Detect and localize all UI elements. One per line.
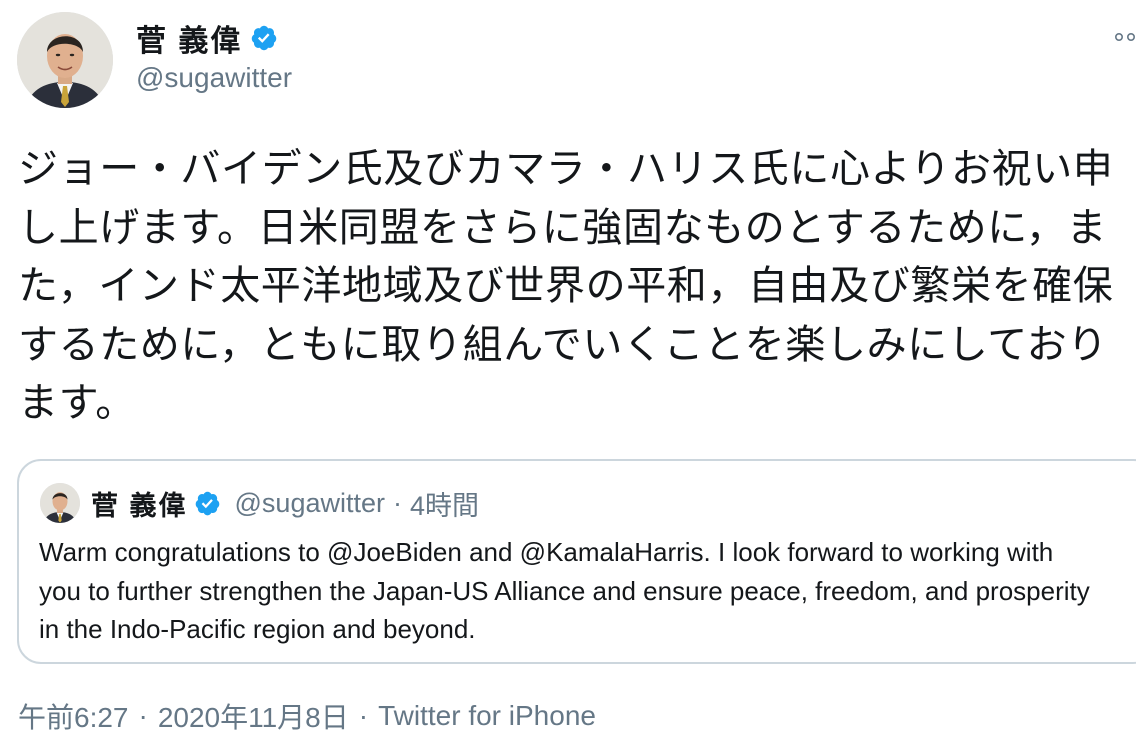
tweet-source-link[interactable]: Twitter for iPhone xyxy=(378,700,596,732)
tweet-card: 菅 義偉 @sugawitter ジョー・バイデン氏及びカマラ・ハリス氏に心より… xyxy=(0,0,1136,752)
quoted-author-avatar xyxy=(40,483,80,523)
footer-separator: · xyxy=(138,700,148,731)
tweet-time[interactable]: 午前6:27 xyxy=(18,696,129,736)
quoted-separator: · xyxy=(392,487,402,518)
quoted-handle: @sugawitter xyxy=(234,487,385,518)
tweet-footer: 午前6:27 · 2020年11月8日 · Twitter for iPhone xyxy=(18,696,596,736)
author-name-row[interactable]: 菅 義偉 xyxy=(136,16,292,60)
tweet-text: ジョー・バイデン氏及びカマラ・ハリス氏に心よりお祝い申し上げます。日米同盟をさら… xyxy=(18,147,1114,425)
quoted-timestamp: 4時間 xyxy=(409,490,480,521)
author-display-name[interactable]: 菅 義偉 xyxy=(136,16,242,60)
footer-separator-2: · xyxy=(358,700,369,731)
author-info: 菅 義偉 @sugawitter xyxy=(136,16,292,94)
quoted-avatar-portrait-icon xyxy=(40,483,80,523)
quoted-verified-badge-icon xyxy=(195,491,219,515)
author-handle[interactable]: @sugawitter xyxy=(136,62,292,94)
more-options-icon[interactable] xyxy=(1114,30,1136,44)
quoted-display-name: 菅 義偉 xyxy=(91,490,188,521)
quoted-header: 菅 義偉 @sugawitter · 4時間 xyxy=(91,481,479,525)
quoted-tweet-text: Warm congratulations to @JoeBiden and @K… xyxy=(39,537,1090,644)
verified-badge-icon xyxy=(252,25,277,51)
avatar-portrait-icon xyxy=(17,12,113,108)
author-avatar[interactable] xyxy=(17,12,113,108)
tweet-date[interactable]: 2020年11月8日 xyxy=(158,696,349,736)
quoted-tweet[interactable]: 菅 義偉 @sugawitter · 4時間 Warm congratulati… xyxy=(17,459,1136,664)
